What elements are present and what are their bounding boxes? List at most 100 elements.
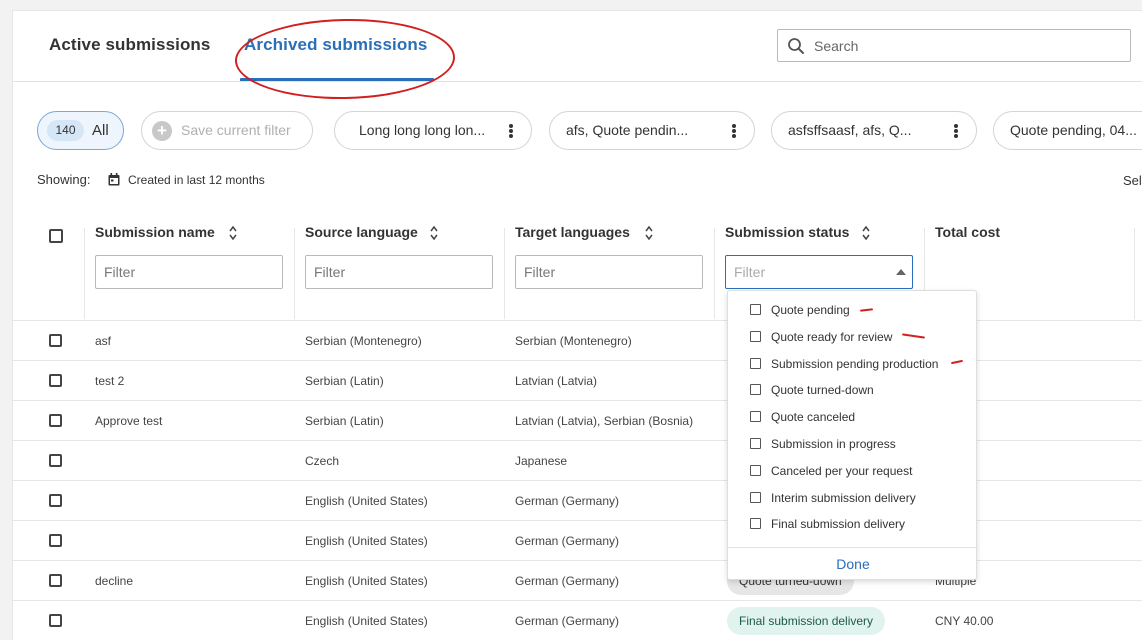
cell-source-language: Czech bbox=[305, 454, 340, 468]
target-filter-input[interactable]: Filter bbox=[515, 255, 703, 289]
saved-filter-pill[interactable]: Quote pending, 04... bbox=[993, 111, 1142, 150]
select-truncated-label: Sel bbox=[1123, 173, 1142, 188]
row-checkbox[interactable] bbox=[49, 574, 62, 587]
option-label: Quote turned-down bbox=[771, 383, 874, 397]
option-checkbox[interactable] bbox=[750, 384, 761, 395]
status-option[interactable]: Submission in progress bbox=[728, 432, 978, 456]
cell-submission-name[interactable]: decline bbox=[95, 574, 133, 588]
date-range-filter[interactable]: Created in last 12 months bbox=[128, 173, 265, 187]
filter-placeholder: Filter bbox=[314, 264, 346, 280]
calendar-icon bbox=[108, 173, 120, 186]
option-label: Quote canceled bbox=[771, 410, 856, 424]
option-label: Submission in progress bbox=[771, 437, 896, 451]
save-filter-label: Save current filter bbox=[181, 122, 291, 138]
status-option[interactable]: Submission pending production bbox=[728, 352, 978, 376]
option-label: Submission pending production bbox=[771, 357, 939, 371]
column-header-submission-status[interactable]: Submission status bbox=[725, 224, 849, 240]
cell-target-languages: German (Germany) bbox=[515, 574, 620, 588]
cell-source-language: English (United States) bbox=[305, 534, 428, 548]
cell-submission-name[interactable]: asf bbox=[95, 334, 111, 348]
more-vertical-icon[interactable] bbox=[509, 124, 513, 138]
option-checkbox[interactable] bbox=[750, 331, 761, 342]
status-option[interactable]: Quote pending bbox=[728, 298, 978, 322]
option-label: Interim submission delivery bbox=[771, 491, 916, 505]
status-option[interactable]: Final submission delivery bbox=[728, 512, 978, 536]
cell-target-languages: German (Germany) bbox=[515, 534, 620, 548]
saved-filter-label: Quote pending, 04... bbox=[1010, 122, 1137, 138]
more-vertical-icon[interactable] bbox=[954, 124, 958, 138]
option-label: Final submission delivery bbox=[771, 517, 906, 531]
cell-target-languages: German (Germany) bbox=[515, 494, 620, 508]
cell-submission-name[interactable]: Approve test bbox=[95, 414, 162, 428]
row-checkbox[interactable] bbox=[49, 414, 62, 427]
option-checkbox[interactable] bbox=[750, 438, 761, 449]
search-icon bbox=[788, 38, 804, 54]
showing-label: Showing: bbox=[37, 172, 91, 187]
cell-target-languages: Serbian (Montenegro) bbox=[515, 334, 632, 348]
sort-icon[interactable] bbox=[645, 225, 653, 241]
sort-icon[interactable] bbox=[430, 225, 438, 241]
cell-target-languages: Japanese bbox=[515, 454, 568, 468]
row-checkbox[interactable] bbox=[49, 534, 62, 547]
option-label: Quote pending bbox=[771, 303, 850, 317]
column-header-source-language[interactable]: Source language bbox=[305, 224, 418, 240]
plus-circle-icon: + bbox=[152, 121, 172, 141]
cell-target-languages: German (Germany) bbox=[515, 614, 620, 628]
row-checkbox[interactable] bbox=[49, 454, 62, 467]
status-badge: Final submission delivery bbox=[727, 607, 886, 635]
status-option[interactable]: Quote canceled bbox=[728, 405, 978, 429]
saved-filter-pill[interactable]: Long long long lon... bbox=[334, 111, 532, 150]
cell-source-language: Serbian (Montenegro) bbox=[305, 334, 422, 348]
column-header-submission-name[interactable]: Submission name bbox=[95, 224, 215, 240]
cell-source-language: English (United States) bbox=[305, 574, 428, 588]
column-header-total-cost: Total cost bbox=[935, 224, 1001, 240]
search-placeholder: Search bbox=[814, 38, 859, 54]
tabs-divider bbox=[13, 81, 1142, 82]
status-option[interactable]: Canceled per your request bbox=[728, 459, 978, 483]
filter-placeholder: Filter bbox=[734, 264, 766, 280]
sort-icon[interactable] bbox=[229, 225, 237, 241]
column-divider bbox=[84, 228, 85, 319]
status-filter-dropdown: Quote pending Quote ready for review Sub… bbox=[727, 290, 978, 580]
name-filter-input[interactable]: Filter bbox=[95, 255, 283, 289]
option-checkbox[interactable] bbox=[750, 465, 761, 476]
row-checkbox[interactable] bbox=[49, 334, 62, 347]
cell-source-language: Serbian (Latin) bbox=[305, 374, 384, 388]
saved-filter-pill[interactable]: afs, Quote pendin... bbox=[549, 111, 755, 150]
filter-all-label: All bbox=[92, 122, 109, 139]
cell-target-languages: Latvian (Latvia) bbox=[515, 374, 598, 388]
search-input[interactable]: Search bbox=[777, 29, 1131, 62]
option-checkbox[interactable] bbox=[750, 358, 761, 369]
sort-icon[interactable] bbox=[862, 225, 870, 241]
option-checkbox[interactable] bbox=[750, 492, 761, 503]
status-option[interactable]: Quote ready for review bbox=[728, 325, 978, 349]
all-count-badge: 140 bbox=[47, 120, 84, 141]
more-vertical-icon[interactable] bbox=[732, 124, 736, 138]
select-all-checkbox[interactable] bbox=[49, 229, 63, 243]
column-header-target-languages[interactable]: Target languages bbox=[515, 224, 630, 240]
cell-submission-name[interactable]: test 2 bbox=[95, 374, 124, 388]
option-label: Canceled per your request bbox=[771, 464, 913, 478]
option-checkbox[interactable] bbox=[750, 518, 761, 529]
row-checkbox[interactable] bbox=[49, 494, 62, 507]
saved-filter-label: asfsffsaasf, afs, Q... bbox=[788, 122, 912, 138]
row-checkbox[interactable] bbox=[49, 614, 62, 627]
column-divider bbox=[504, 228, 505, 319]
status-option[interactable]: Interim submission delivery bbox=[728, 486, 978, 510]
dropdown-divider bbox=[728, 547, 978, 548]
option-checkbox[interactable] bbox=[750, 304, 761, 315]
saved-filter-label: afs, Quote pendin... bbox=[566, 122, 689, 138]
cell-target-languages: Latvian (Latvia), Serbian (Bosnia) bbox=[515, 414, 694, 428]
done-button[interactable]: Done bbox=[728, 556, 978, 572]
tab-active-submissions[interactable]: Active submissions bbox=[49, 35, 210, 55]
saved-filter-pill[interactable]: asfsffsaasf, afs, Q... bbox=[771, 111, 977, 150]
filter-placeholder: Filter bbox=[524, 264, 556, 280]
status-filter-select[interactable]: Filter bbox=[725, 255, 913, 289]
table-row[interactable]: English (United States) German (Germany)… bbox=[13, 601, 1142, 640]
source-filter-input[interactable]: Filter bbox=[305, 255, 493, 289]
status-option[interactable]: Quote turned-down bbox=[728, 378, 978, 402]
row-checkbox[interactable] bbox=[49, 374, 62, 387]
save-current-filter-button[interactable]: + Save current filter bbox=[141, 111, 313, 150]
filter-all-button[interactable]: 140 All bbox=[37, 111, 124, 150]
option-checkbox[interactable] bbox=[750, 411, 761, 422]
